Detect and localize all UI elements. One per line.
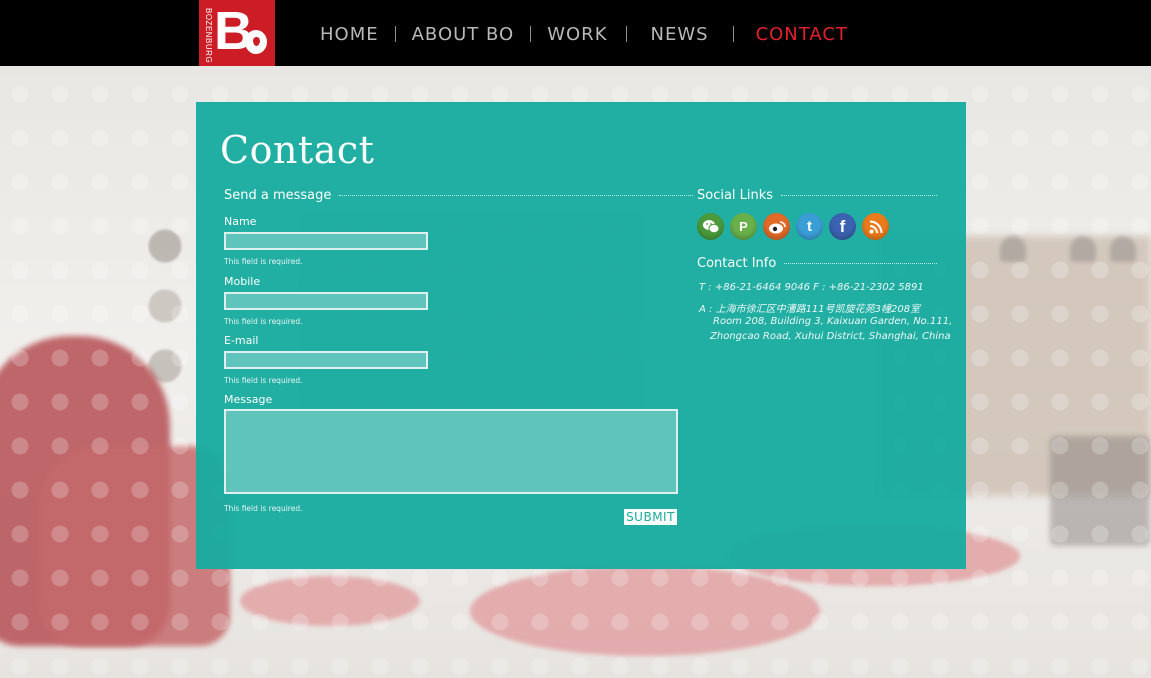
email-label: E-mail <box>224 334 259 347</box>
message-error: This field is required. <box>224 504 303 513</box>
mobile-label: Mobile <box>224 275 261 288</box>
message-label: Message <box>224 393 273 406</box>
logo-vertical-text: BOZENBURG <box>204 8 213 64</box>
logo-letter: B <box>214 1 253 61</box>
logo-drop-icon <box>245 30 267 54</box>
nav-news[interactable]: NEWS <box>651 24 709 45</box>
nav-divider <box>625 26 627 42</box>
contact-address-cn: A : 上海市徐汇区中漕路111号凯旋花苑3幢208室 <box>699 304 921 315</box>
pengyou-icon[interactable]: P <box>730 213 757 240</box>
social-icons: P t f <box>697 213 889 240</box>
contact-panel: Contact Send a message Name This field i… <box>196 102 966 569</box>
rss-icon[interactable] <box>862 213 889 240</box>
mobile-error: This field is required. <box>224 317 303 326</box>
main-nav: HOME ABOUT BO WORK NEWS CONTACT <box>320 20 848 48</box>
facebook-icon[interactable]: f <box>829 213 856 240</box>
nav-divider <box>530 26 532 42</box>
heading-dotted-rule <box>781 195 937 196</box>
submit-button[interactable]: SUBMIT <box>624 509 677 525</box>
twitter-icon[interactable]: t <box>796 213 823 240</box>
top-header: BOZENBURG B HOME ABOUT BO WORK NEWS CONT… <box>0 0 1151 66</box>
contact-phone: T : +86-21-6464 9046 F : +86-21-2302 589… <box>699 282 924 293</box>
nav-home[interactable]: HOME <box>320 24 379 45</box>
nav-divider <box>394 26 396 42</box>
contact-info-heading: Contact Info <box>697 256 937 271</box>
social-links-title: Social Links <box>697 188 774 203</box>
mobile-field[interactable] <box>224 292 428 310</box>
wechat-icon[interactable] <box>697 213 724 240</box>
page-title: Contact <box>220 128 375 172</box>
nav-contact[interactable]: CONTACT <box>756 24 848 45</box>
email-error: This field is required. <box>224 376 303 385</box>
send-message-title: Send a message <box>224 188 332 203</box>
name-label: Name <box>224 215 257 228</box>
nav-about-bo[interactable]: ABOUT BO <box>412 24 515 45</box>
contact-address-en-line1: Room 208, Building 3, Kaixuan Garden, No… <box>713 316 953 327</box>
heading-dotted-rule <box>339 195 693 196</box>
message-field[interactable] <box>224 409 678 494</box>
name-error: This field is required. <box>224 257 303 266</box>
nav-divider <box>732 26 734 42</box>
send-message-heading: Send a message <box>224 188 693 203</box>
email-field[interactable] <box>224 351 428 369</box>
weibo-icon[interactable] <box>763 213 790 240</box>
contact-address-en-line2: Zhongcao Road, Xuhui District, Shanghai,… <box>710 331 951 342</box>
nav-work[interactable]: WORK <box>547 24 607 45</box>
heading-dotted-rule <box>784 263 937 264</box>
brand-logo[interactable]: BOZENBURG B <box>199 0 275 66</box>
social-links-heading: Social Links <box>697 188 937 203</box>
contact-info-title: Contact Info <box>697 256 777 271</box>
name-field[interactable] <box>224 232 428 250</box>
